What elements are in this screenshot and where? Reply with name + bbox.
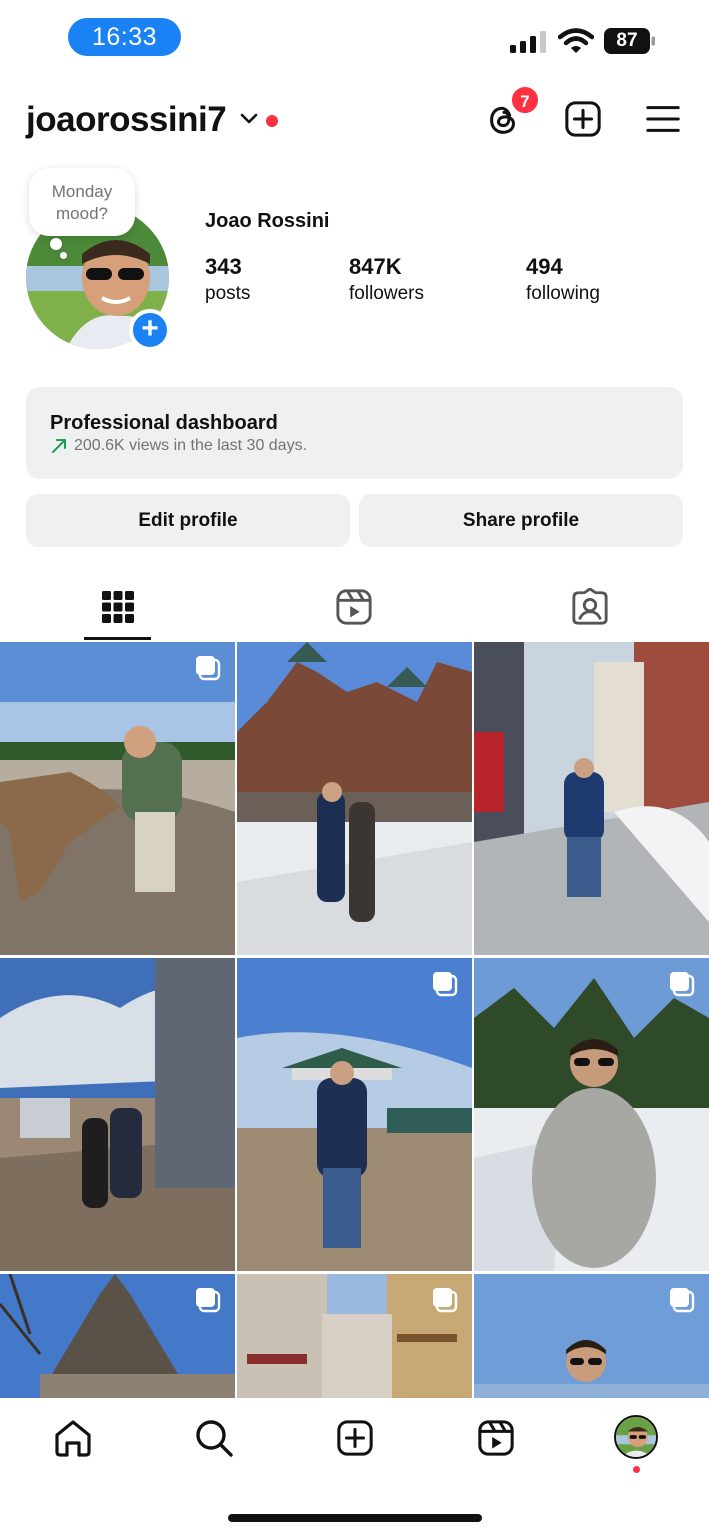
post-photo (237, 958, 472, 1271)
post-thumbnail[interactable] (474, 1274, 709, 1398)
reels-icon (478, 1420, 514, 1456)
chevron-down-icon[interactable] (239, 112, 259, 126)
post-thumbnail[interactable] (474, 958, 709, 1271)
post-thumbnail[interactable] (237, 1274, 472, 1398)
professional-dashboard[interactable]: Professional dashboard 200.6K views in t… (26, 387, 683, 479)
status-bar: 16:33 87 (0, 0, 709, 76)
tab-tagged[interactable] (472, 575, 708, 639)
avatar-photo (616, 1417, 656, 1457)
stat-value: 343 (205, 254, 242, 279)
stat-value: 847K (349, 254, 402, 279)
nav-create[interactable] (333, 1416, 377, 1460)
post-thumbnail[interactable] (474, 642, 709, 955)
cellular-signal-icon (510, 31, 546, 53)
note-bubble[interactable]: Monday mood? (29, 168, 135, 236)
home-icon (55, 1420, 91, 1457)
post-photo (0, 958, 235, 1271)
post-photo (474, 642, 709, 955)
tab-reels[interactable] (236, 575, 472, 639)
battery-level: 87 (616, 30, 638, 51)
battery-indicator: 87 (604, 28, 656, 54)
account-notification-dot (266, 115, 278, 127)
profile-notification-dot (633, 1466, 640, 1473)
stat-posts[interactable]: 343 posts (205, 254, 250, 305)
wifi-icon (558, 28, 594, 53)
home-indicator[interactable] (228, 1514, 482, 1522)
post-thumbnail[interactable] (0, 1274, 235, 1398)
note-tail (60, 252, 67, 259)
stat-label: followers (349, 283, 424, 304)
nav-reels[interactable] (474, 1416, 518, 1460)
post-thumbnail[interactable] (237, 958, 472, 1271)
nav-profile-avatar[interactable] (614, 1415, 658, 1459)
carousel-icon (196, 656, 221, 681)
status-time: 16:33 (68, 18, 181, 56)
note-tail (50, 238, 62, 250)
create-button[interactable] (562, 98, 604, 140)
share-profile-button[interactable]: Share profile (359, 494, 683, 547)
carousel-icon (670, 1288, 695, 1313)
dashboard-title: Professional dashboard (50, 412, 278, 434)
display-name: Joao Rossini (205, 210, 330, 232)
post-photo (474, 958, 709, 1271)
stat-following[interactable]: 494 following (526, 254, 600, 305)
nav-home[interactable] (51, 1416, 95, 1460)
threads-badge: 7 (510, 85, 540, 115)
stat-label: posts (205, 283, 251, 304)
stat-label: following (526, 283, 600, 304)
edit-profile-button[interactable]: Edit profile (26, 494, 350, 547)
trend-up-icon (52, 439, 66, 453)
nav-search[interactable] (192, 1416, 236, 1460)
grid-icon (102, 591, 134, 623)
stat-value: 494 (526, 254, 563, 279)
active-tab-indicator (84, 637, 151, 640)
carousel-icon (433, 1288, 458, 1313)
post-thumbnail[interactable] (0, 958, 235, 1271)
search-icon (196, 1420, 233, 1457)
dashboard-subtitle: 200.6K views in the last 30 days. (50, 437, 307, 455)
posts-grid (0, 642, 709, 1398)
stat-followers[interactable]: 847K followers (349, 254, 424, 305)
hamburger-menu-icon (646, 106, 680, 132)
post-photo (237, 642, 472, 955)
post-photo (0, 642, 235, 955)
carousel-icon (433, 972, 458, 997)
carousel-icon (196, 1288, 221, 1313)
reels-icon (336, 589, 372, 625)
dashboard-views: 200.6K views in the last 30 days. (74, 437, 308, 454)
tab-posts-grid[interactable] (0, 575, 236, 639)
add-story-button[interactable]: + (129, 309, 171, 351)
menu-button[interactable] (642, 98, 684, 140)
bottom-navigation (0, 1398, 709, 1536)
carousel-icon (670, 972, 695, 997)
post-thumbnail[interactable] (0, 642, 235, 955)
create-icon (337, 1420, 373, 1456)
tagged-person-icon (572, 588, 608, 625)
plus-square-icon (565, 101, 601, 137)
post-thumbnail[interactable] (237, 642, 472, 955)
account-username[interactable]: joaorossini7 (26, 100, 227, 140)
